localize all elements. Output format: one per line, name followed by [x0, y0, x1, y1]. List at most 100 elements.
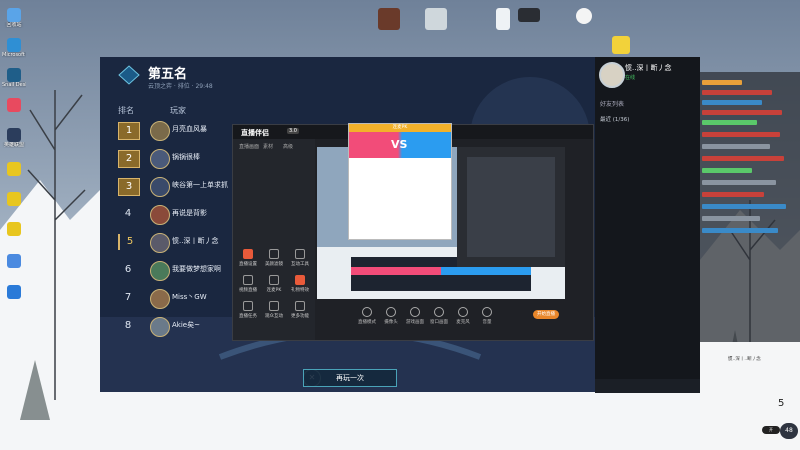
rank-number: 6 [124, 264, 132, 275]
tool-label: 直播设置 [239, 262, 257, 267]
player-name[interactable]: Akie矣~ [172, 320, 200, 330]
desktop-file-icon[interactable] [496, 8, 510, 30]
toolbar-label: 直播模式 [358, 320, 376, 325]
tool-icon [269, 275, 279, 285]
pk-vs-banner: VS [349, 132, 451, 158]
avatar[interactable] [150, 149, 170, 169]
avatar[interactable] [599, 62, 625, 88]
match-info: 云顶之弈 · 排位 · 29:48 [148, 83, 213, 90]
avatar[interactable] [150, 317, 170, 337]
stream-toolbar-item[interactable]: 音量 [477, 307, 497, 325]
desktop-shortcut-icon[interactable]: Snail Desktop [2, 68, 26, 88]
player-name[interactable]: Miss丶GW [172, 292, 207, 302]
stream-toolbar-item[interactable]: 游戏画面 [405, 307, 425, 325]
rank-number: 5 [118, 234, 140, 250]
friends-panel: 惯..深丨断丿念 在线 好友列表 最近 (1/36) [595, 57, 700, 393]
start-live-button[interactable]: 开始直播 [533, 310, 559, 319]
player-name[interactable]: 峡谷第一上单求抓 [172, 180, 228, 190]
tft-logo-icon [118, 65, 140, 85]
desktop-shortcut-icon[interactable] [2, 254, 26, 268]
stream-tool-button[interactable]: 视频直播 [237, 275, 259, 293]
stream-toolbar-item[interactable]: 麦克风 [453, 307, 473, 325]
player-name[interactable]: 月亮血风暴 [172, 124, 207, 134]
chat-message [702, 90, 772, 95]
rank-number: 7 [124, 292, 132, 303]
stream-tool-button[interactable]: 互动工具 [289, 249, 311, 267]
player-name[interactable]: 我要做梦想家啊 [172, 264, 221, 274]
player-name[interactable]: 再说是背影 [172, 208, 207, 218]
stream-tool-button[interactable]: 连麦PK [263, 275, 285, 293]
chat-message [702, 204, 786, 209]
desktop-shortcut-icon[interactable] [2, 162, 26, 176]
friend-list-title: 好友列表 [600, 101, 625, 108]
toolbar-icon [458, 307, 468, 317]
tool-icon [243, 275, 253, 285]
shortcut-glyph-icon [7, 222, 21, 236]
chat-message [702, 120, 757, 125]
avatar[interactable] [150, 289, 170, 309]
viewer-toggle[interactable]: 开 [762, 426, 780, 434]
player-name[interactable]: 锅锅很棒 [172, 152, 200, 162]
chat-message [702, 216, 760, 221]
tool-label: 视频直播 [239, 288, 257, 293]
friend-group-recent[interactable]: 最近 (1/36) [600, 115, 629, 123]
column-header-player: 玩家 [170, 106, 186, 115]
player-name[interactable]: 惯..深丨断丿念 [172, 236, 218, 246]
shortcut-glyph-icon [7, 8, 21, 22]
pk-popup-header: 连麦PK [349, 124, 451, 132]
tab-live-scene[interactable]: 直播画面 [239, 143, 259, 150]
rank-number: 3 [118, 178, 140, 196]
shortcut-glyph-icon [7, 128, 21, 142]
tool-icon [295, 249, 305, 259]
shortcut-label: Microsoft Edge [2, 52, 26, 58]
tool-icon [269, 301, 279, 311]
stream-app-name: 直播伴侣 [241, 129, 269, 137]
desktop-shortcut-icon[interactable] [2, 285, 26, 299]
play-again-button[interactable]: 再玩一次 [303, 369, 397, 387]
avatar[interactable] [150, 233, 170, 253]
stream-tool-button[interactable]: 美颜滤镜 [263, 249, 285, 267]
toolbar-icon [434, 307, 444, 317]
shortcut-glyph-icon [7, 68, 21, 82]
desktop-screen-icon[interactable] [518, 8, 540, 22]
chat-message [702, 110, 782, 115]
desktop-shortcut-icon[interactable] [2, 192, 26, 206]
desktop-shortcut-icon[interactable]: 回收站 [2, 8, 26, 28]
desktop-shortcut-icon[interactable]: 英雄联盟 [2, 128, 26, 148]
tool-label: 直播任务 [239, 314, 257, 319]
tab-material[interactable]: 素材 [263, 143, 273, 150]
desktop-app2-icon[interactable] [612, 36, 630, 54]
rank-number: 2 [118, 150, 140, 168]
stream-toolbar-item[interactable]: 窗口画面 [429, 307, 449, 325]
avatar[interactable] [150, 205, 170, 225]
toolbar-icon [386, 307, 396, 317]
avatar[interactable] [150, 261, 170, 281]
stream-tool-button[interactable]: 礼物特效 [289, 275, 311, 293]
toolbar-label: 音量 [482, 320, 492, 325]
live-chat-panel [700, 72, 800, 342]
stream-tool-button[interactable]: 直播任务 [237, 301, 259, 319]
desktop-shortcut-icon[interactable] [2, 222, 26, 236]
desktop-shortcut-icon[interactable]: Microsoft Edge [2, 38, 26, 58]
avatar[interactable] [150, 121, 170, 141]
chat-message [702, 192, 764, 197]
avatar[interactable] [150, 177, 170, 197]
stream-toolbar-item[interactable]: 摄像头 [381, 307, 401, 325]
tool-label: 连麦PK [266, 288, 282, 293]
stream-tool-button[interactable]: 更多功能 [289, 301, 311, 319]
pk-popup: 连麦PK VS [348, 123, 452, 240]
desktop-app-icon[interactable] [425, 8, 447, 30]
desktop-game-icon[interactable] [378, 8, 400, 30]
tool-label: 观众互动 [265, 314, 283, 319]
stream-toolbar-item[interactable]: 直播模式 [357, 307, 377, 325]
desktop-shortcut-icon[interactable] [2, 98, 26, 112]
tab-advanced[interactable]: 高级 [283, 143, 293, 150]
tool-label: 礼物特效 [291, 288, 309, 293]
viewer-username: 惯..深丨..断丿念 [728, 357, 761, 362]
stream-tool-button[interactable]: 观众互动 [263, 301, 285, 319]
tool-label: 更多功能 [291, 314, 309, 319]
rank-number: 8 [124, 320, 132, 331]
chat-message [702, 132, 780, 137]
stream-tool-button[interactable]: 直播设置 [237, 249, 259, 267]
desktop-cat-icon[interactable] [576, 8, 592, 24]
